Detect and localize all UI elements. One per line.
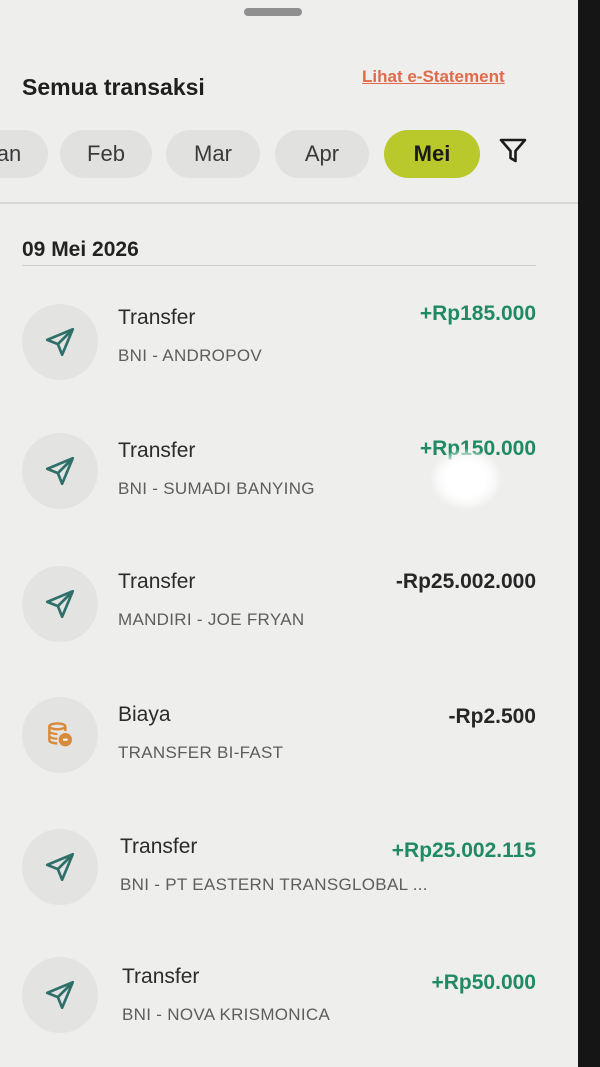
transaction-description: BNI - NOVA KRISMONICA bbox=[122, 1005, 331, 1024]
screen-glare bbox=[430, 448, 502, 510]
send-icon bbox=[22, 304, 98, 380]
transaction-amount: -Rp25.002.000 bbox=[395, 570, 536, 593]
month-chip-mar[interactable]: Mar bbox=[166, 130, 260, 178]
transaction-amount: +Rp185.000 bbox=[419, 302, 536, 325]
drag-handle[interactable] bbox=[244, 8, 302, 16]
transaction-description: MANDIRI - JOE FRYAN bbox=[118, 610, 305, 629]
send-icon bbox=[22, 433, 98, 509]
transaction-type: Biaya bbox=[118, 703, 171, 726]
month-chip-feb[interactable]: Feb bbox=[60, 130, 152, 178]
send-icon bbox=[22, 566, 98, 642]
transaction-description: TRANSFER BI-FAST bbox=[118, 743, 284, 762]
transaction-description: BNI - ANDROPOV bbox=[118, 346, 263, 365]
month-filter-bar: an Feb Mar Apr Mei bbox=[0, 127, 578, 183]
month-chip-mei[interactable]: Mei bbox=[384, 130, 480, 178]
transaction-type: Transfer bbox=[120, 835, 198, 858]
e-statement-link[interactable]: Lihat e-Statement bbox=[362, 67, 505, 87]
device-edge bbox=[578, 0, 600, 1067]
transaction-amount: +Rp25.002.115 bbox=[391, 839, 536, 862]
transaction-row[interactable]: Transfer BNI - ANDROPOV +Rp185.000 bbox=[0, 290, 578, 400]
transaction-amount: -Rp2.500 bbox=[448, 705, 536, 728]
send-icon bbox=[22, 829, 98, 905]
date-header: 09 Mei 2026 bbox=[22, 238, 139, 261]
transaction-type: Transfer bbox=[122, 965, 200, 988]
transaction-row[interactable]: Transfer BNI - NOVA KRISMONICA +Rp50.000 bbox=[0, 955, 578, 1065]
transaction-type: Transfer bbox=[118, 570, 196, 593]
coins-icon bbox=[22, 697, 98, 773]
month-chip-apr[interactable]: Apr bbox=[275, 130, 369, 178]
transaction-description: BNI - PT EASTERN TRANSGLOBAL ... bbox=[120, 875, 428, 894]
transaction-description: BNI - SUMADI BANYING bbox=[118, 479, 315, 498]
page-title: Semua transaksi bbox=[22, 74, 205, 100]
transaction-type: Transfer bbox=[118, 306, 196, 329]
transactions-screen: Semua transaksi Lihat e-Statement an Feb… bbox=[0, 0, 578, 1067]
send-icon bbox=[22, 957, 98, 1033]
transaction-amount: +Rp50.000 bbox=[431, 971, 537, 994]
transaction-row[interactable]: Transfer MANDIRI - JOE FRYAN -Rp25.002.0… bbox=[0, 560, 578, 670]
date-divider bbox=[22, 265, 536, 266]
transaction-type: Transfer bbox=[118, 439, 196, 462]
transaction-row[interactable]: Biaya TRANSFER BI-FAST -Rp2.500 bbox=[0, 695, 578, 805]
transaction-row[interactable]: Transfer BNI - PT EASTERN TRANSGLOBAL ..… bbox=[0, 825, 578, 935]
month-chip-jan[interactable]: an bbox=[0, 130, 48, 178]
filter-icon[interactable] bbox=[497, 134, 529, 166]
header-divider bbox=[0, 202, 578, 204]
